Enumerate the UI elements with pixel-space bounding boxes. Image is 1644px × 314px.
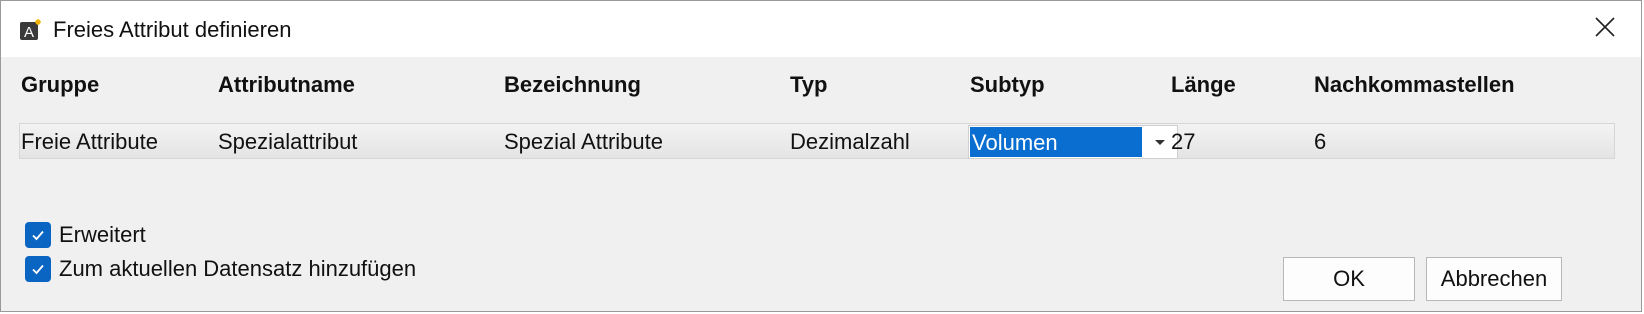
column-header-laenge: Länge	[1171, 72, 1236, 97]
close-button[interactable]	[1585, 11, 1625, 47]
subtyp-dropdown[interactable]: Volumen	[968, 125, 1178, 159]
cell-laenge[interactable]: 27	[1171, 129, 1195, 155]
hinzufuegen-label: Zum aktuellen Datensatz hinzufügen	[59, 256, 417, 281]
dialog-window: A Freies Attribut definieren Gruppe Attr…	[0, 0, 1642, 312]
column-header-bezeichnung: Bezeichnung	[504, 72, 641, 97]
close-icon	[1594, 16, 1616, 43]
cell-attributname[interactable]: Spezialattribut	[218, 129, 357, 155]
app-attribute-icon: A	[19, 19, 41, 41]
window-title: Freies Attribut definieren	[53, 17, 292, 42]
column-header-gruppe: Gruppe	[21, 72, 100, 97]
hinzufuegen-checkbox-row[interactable]: Zum aktuellen Datensatz hinzufügen	[25, 255, 416, 283]
checkmark-icon	[32, 230, 44, 241]
chevron-down-icon[interactable]	[1155, 140, 1165, 145]
subtyp-selected-value: Volumen	[970, 127, 1142, 157]
column-header-typ: Typ	[790, 72, 828, 97]
erweitert-checkbox-row[interactable]: Erweitert	[25, 221, 146, 249]
checkmark-icon	[32, 264, 44, 275]
cell-gruppe[interactable]: Freie Attribute	[21, 129, 158, 155]
cancel-button[interactable]: Abbrechen	[1426, 257, 1562, 301]
column-header-subtyp: Subtyp	[970, 72, 1045, 97]
column-header-nachkommastellen: Nachkommastellen	[1314, 72, 1515, 97]
svg-text:A: A	[24, 24, 34, 41]
erweitert-label: Erweitert	[59, 222, 146, 247]
column-header-attributname: Attributname	[218, 72, 355, 97]
cell-bezeichnung[interactable]: Spezial Attribute	[504, 129, 663, 155]
hinzufuegen-checkbox[interactable]	[25, 256, 51, 282]
ok-button[interactable]: OK	[1283, 257, 1415, 301]
cell-typ[interactable]: Dezimalzahl	[790, 129, 910, 155]
title-bar: A Freies Attribut definieren	[1, 1, 1641, 57]
cell-nachkommastellen[interactable]: 6	[1314, 129, 1326, 155]
erweitert-checkbox[interactable]	[25, 222, 51, 248]
